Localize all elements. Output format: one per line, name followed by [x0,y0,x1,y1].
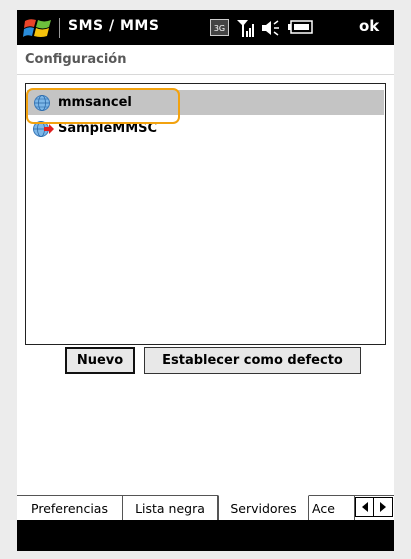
new-button[interactable]: Nuevo [65,347,135,374]
windows-start-icon[interactable] [23,15,53,41]
scroll-left-button[interactable] [356,498,375,516]
list-item-mmsancel[interactable]: mmsancel [27,90,384,115]
battery-icon[interactable] [287,19,313,36]
tab-preferencias[interactable]: Preferencias [17,496,123,520]
arrow-right-icon [380,502,387,512]
scroll-right-button[interactable] [374,498,392,516]
tab-servidores[interactable]: Servidores [218,495,309,520]
app-title: SMS / MMS [68,18,160,34]
tab-bar: Preferencias Lista negra Servidores Ace [17,495,394,520]
tab-lista-negra[interactable]: Lista negra [123,496,218,520]
softkey-bar [17,520,394,551]
tab-accounts[interactable]: Ace [309,496,355,520]
page-header: Configuración [17,45,394,75]
page-title: Configuración [25,52,127,67]
list-item-samplemmsc[interactable]: SampleMMSC [27,116,384,141]
3g-icon: 3G [210,19,229,36]
status-separator [59,18,60,38]
arrow-left-icon [361,502,368,512]
volume-icon[interactable] [261,19,281,37]
globe-arrow-icon [33,120,54,137]
device-screen: SMS / MMS 3G ok Configuración mmsancel S… [17,10,394,551]
server-list[interactable]: mmsancel SampleMMSC [25,83,386,345]
set-default-button[interactable]: Establecer como defecto [144,347,361,374]
signal-icon [237,20,254,37]
list-item-label: SampleMMSC [58,121,158,136]
tab-scroll-arrows [355,497,393,517]
svg-text:3G: 3G [214,24,225,33]
status-bar: SMS / MMS 3G ok [17,10,394,45]
globe-icon [34,94,50,111]
list-item-label: mmsancel [58,95,132,110]
ok-button[interactable]: ok [359,17,379,35]
